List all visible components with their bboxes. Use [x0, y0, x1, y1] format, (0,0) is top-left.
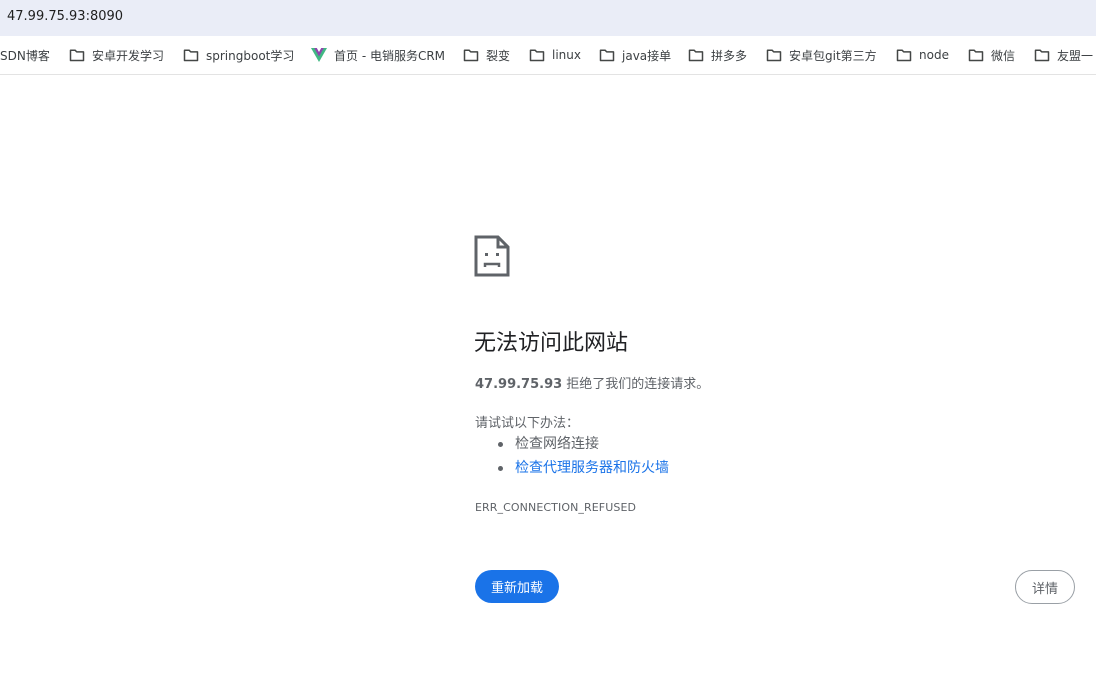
bookmark-folder-java-jobs[interactable]: java接单 [599, 46, 671, 64]
details-button[interactable]: 详情 [1015, 570, 1075, 604]
bookmark-folder-android-git[interactable]: 安卓包git第三方 [766, 46, 877, 64]
folder-icon [599, 49, 615, 62]
suggestion-check-network: 检查网络连接 [475, 434, 669, 458]
error-message: 47.99.75.93 拒绝了我们的连接请求。 [475, 373, 709, 392]
reload-button[interactable]: 重新加载 [475, 570, 559, 603]
bookmark-label: linux [552, 48, 581, 62]
bookmark-label: 裂变 [486, 48, 511, 63]
bookmarks-bar: SDN博客 安卓开发学习 springboot学习 首页 - 电销服务CRM 裂… [0, 36, 1096, 75]
bookmark-label: 安卓包git第三方 [789, 48, 877, 63]
bookmark-label: 友盟一 [1057, 48, 1094, 63]
folder-icon [688, 49, 704, 62]
vue-logo-icon [311, 47, 327, 62]
folder-icon [766, 49, 782, 62]
bookmark-label: 安卓开发学习 [92, 48, 165, 63]
suggestions-heading: 请试试以下办法： [475, 416, 580, 431]
bookmark-label: 拼多多 [711, 48, 748, 63]
folder-icon [183, 49, 199, 62]
bullet-icon [498, 442, 503, 447]
bookmark-label: SDN博客 [0, 48, 50, 63]
bookmark-label: springboot学习 [206, 48, 295, 63]
suggestions-list: 检查网络连接 检查代理服务器和防火墙 [475, 434, 669, 482]
bookmark-folder-umeng[interactable]: 友盟一 [1034, 46, 1093, 64]
error-host: 47.99.75.93 [475, 377, 563, 392]
bookmark-folder-linux[interactable]: linux [529, 46, 581, 64]
sad-page-icon [474, 235, 510, 277]
error-code: ERR_CONNECTION_REFUSED [475, 501, 637, 514]
bookmark-label: node [919, 48, 949, 62]
folder-icon [896, 49, 912, 62]
error-message-text: 拒绝了我们的连接请求。 [566, 377, 710, 392]
bookmark-folder-android-dev[interactable]: 安卓开发学习 [69, 46, 164, 64]
bullet-icon [498, 466, 503, 471]
suggestion-link[interactable]: 检查代理服务器和防火墙 [515, 460, 669, 476]
folder-icon [1034, 49, 1050, 62]
bookmark-label: 微信 [991, 48, 1016, 63]
bookmark-folder-fission[interactable]: 裂变 [463, 46, 510, 64]
bookmark-folder-springboot[interactable]: springboot学习 [183, 46, 294, 64]
folder-icon [529, 49, 545, 62]
bookmark-label: java接单 [622, 48, 672, 63]
bookmark-crm-home[interactable]: 首页 - 电销服务CRM [311, 46, 445, 64]
bookmark-label: 首页 - 电销服务CRM [334, 48, 446, 63]
folder-icon [463, 49, 479, 62]
bookmark-sdn-blog[interactable]: SDN博客 [0, 46, 50, 64]
bookmark-folder-pinduoduo[interactable]: 拼多多 [688, 46, 747, 64]
bookmark-folder-wechat[interactable]: 微信 [968, 46, 1015, 64]
bookmark-folder-node[interactable]: node [896, 46, 949, 64]
folder-icon [69, 49, 85, 62]
suggestion-text: 检查网络连接 [515, 436, 599, 452]
suggestion-check-proxy-firewall[interactable]: 检查代理服务器和防火墙 [475, 458, 669, 482]
address-bar[interactable]: 47.99.75.93:8090 [0, 0, 1096, 36]
folder-icon [968, 49, 984, 62]
url-text[interactable]: 47.99.75.93:8090 [7, 9, 123, 24]
error-title: 无法访问此网站 [474, 331, 629, 356]
